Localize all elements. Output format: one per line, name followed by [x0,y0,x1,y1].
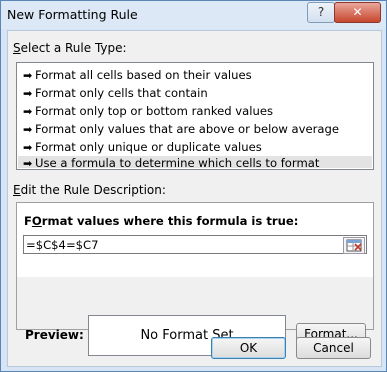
ok-button[interactable]: OK [211,337,286,359]
arrow-icon: ➡ [23,69,33,82]
rule-type-item[interactable]: ➡ Format only unique or duplicate values [18,138,372,156]
formula-section: FOrmat values where this formula is true… [17,203,373,277]
rule-description-panel: FOrmat values where this formula is true… [16,202,374,356]
rule-type-item[interactable]: ➡ Format only top or bottom ranked values [18,102,372,120]
dialog-title: New Formatting Rule [7,7,138,22]
rule-type-item-selected[interactable]: ➡ Use a formula to determine which cells … [18,156,372,168]
formula-field[interactable] [23,235,367,254]
arrow-icon: ➡ [23,141,33,154]
collapse-dialog-button[interactable] [343,237,365,254]
new-formatting-rule-dialog: New Formatting Rule ? ✕ Select a Rule Ty… [0,0,387,372]
select-rule-type-label: Select a Rule Type: [13,41,127,55]
close-icon: ✕ [352,5,363,19]
rule-type-item[interactable]: ➡ Format only values that are above or be… [18,120,372,138]
rule-type-item[interactable]: ➡ Format all cells based on their values [18,66,372,84]
formula-label: FOrmat values where this formula is true… [24,214,299,228]
arrow-icon: ➡ [23,157,33,168]
rule-type-item[interactable]: ➡ Format only cells that contain [18,84,372,102]
preview-label: Preview: [25,328,84,342]
help-button[interactable]: ? [307,2,335,23]
close-button[interactable]: ✕ [334,2,381,23]
dialog-body: Select a Rule Type: ➡ Format all cells ba… [7,30,382,367]
arrow-icon: ➡ [23,123,33,136]
help-icon: ? [317,5,325,19]
rule-type-list[interactable]: ➡ Format all cells based on their values … [16,62,374,170]
title-bar[interactable]: New Formatting Rule ? ✕ [1,1,386,29]
formula-input[interactable] [26,237,336,252]
arrow-icon: ➡ [23,87,33,100]
arrow-icon: ➡ [23,105,33,118]
cancel-button[interactable]: Cancel [296,337,371,359]
range-selector-icon [346,239,362,252]
edit-rule-description-label: Edit the Rule Description: [13,183,166,197]
